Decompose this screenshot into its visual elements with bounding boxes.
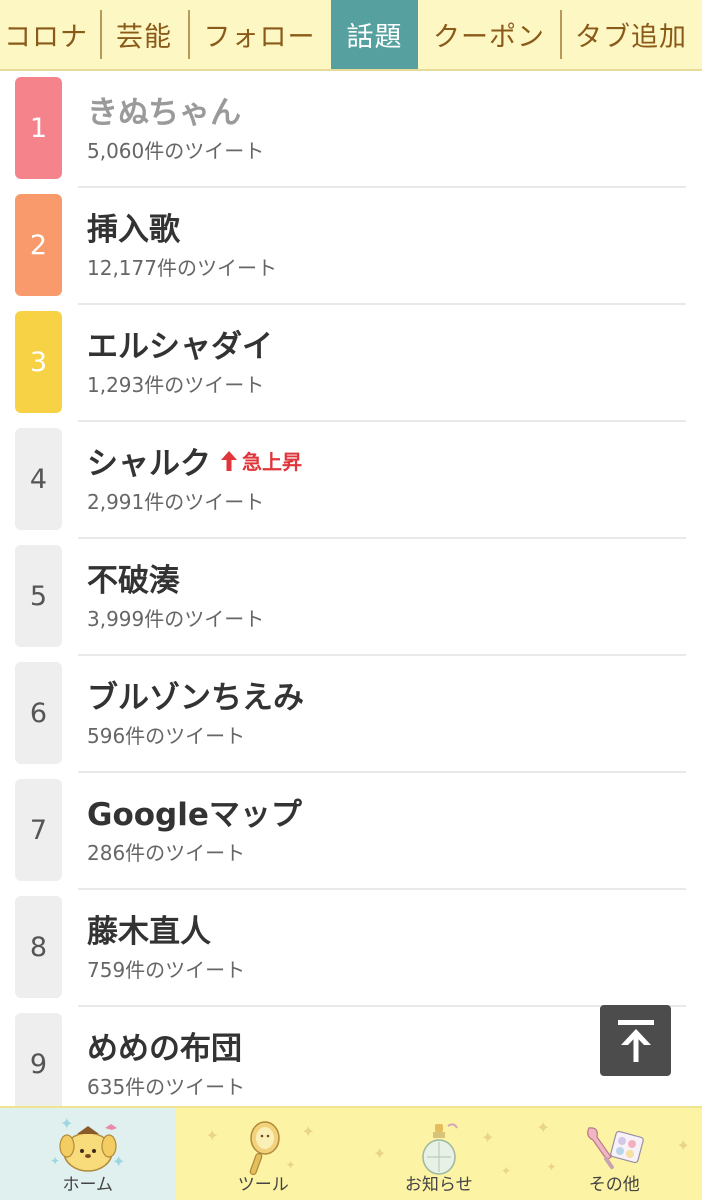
trend-title-text: エルシャダイ [87, 329, 273, 365]
trend-row-3[interactable]: 3 エルシャダイ 1,293件のツイート [0, 305, 702, 422]
trend-title[interactable]: Googleマップ [87, 789, 302, 834]
rank-badge: 3 [15, 311, 62, 413]
rank-badge: 8 [15, 896, 62, 998]
trend-row-8[interactable]: 8 藤木直人 759件のツイート [0, 890, 702, 1007]
tab-add-tab[interactable]: タブ追加 [560, 0, 702, 69]
tweet-count: 635件のツイート [87, 1075, 246, 1099]
hand-mirror-icon [249, 1121, 280, 1176]
tab-entertainment[interactable]: 芸能 [100, 0, 188, 69]
trend-title-text: ブルゾンちえみ [87, 680, 304, 716]
tweet-count: 12,177件のツイート [87, 256, 277, 280]
sparkle-icon: ✦ [285, 1158, 296, 1172]
trend-title-text: シャルク [87, 446, 211, 482]
trend-title[interactable]: 挿入歌 [87, 204, 180, 249]
trend-title-text: 不破湊 [87, 563, 180, 599]
rank-badge: 6 [15, 662, 62, 764]
makeup-brush-palette-icon [587, 1127, 645, 1170]
nav-home[interactable]: ✦ ✦ ✦ ホーム [0, 1108, 176, 1200]
tweet-count: 3,999件のツイート [87, 607, 265, 631]
nav-tools[interactable]: ✦ ✦ ✦ ツール [176, 1108, 352, 1200]
rank-badge: 7 [15, 779, 62, 881]
rank-badge: 4 [15, 428, 62, 530]
sparkle-icon: ✦ [301, 1122, 315, 1141]
trend-title-text: Googleマップ [87, 797, 302, 833]
tab-corona[interactable]: コロナ [0, 0, 100, 69]
rank-badge: 9 [15, 1013, 62, 1115]
trend-row-5[interactable]: 5 不破湊 3,999件のツイート [0, 539, 702, 656]
bottom-navigation: ✦ ✦ ✦ ホーム ✦ ✦ ✦ ツール ✦ ✦ ✦ お知らせ ✦ ✦ ✦ その他 [0, 1106, 702, 1200]
trend-title[interactable]: 藤木直人 [87, 906, 211, 951]
trend-row-6[interactable]: 6 ブルゾンちえみ 596件のツイート [0, 656, 702, 773]
trend-title[interactable]: めめの布団 [87, 1023, 242, 1068]
rank-badge: 1 [15, 77, 62, 179]
trend-title[interactable]: きぬちゃん [87, 87, 241, 132]
tab-coupon[interactable]: クーポン [418, 0, 560, 69]
sparkle-icon: ✦ [205, 1126, 219, 1145]
tweet-count: 5,060件のツイート [87, 139, 265, 163]
rank-badge: 2 [15, 194, 62, 296]
tweet-count: 2,991件のツイート [87, 490, 265, 514]
tab-label: タブ追加 [575, 22, 687, 53]
tweet-count: 596件のツイート [87, 724, 246, 748]
trend-title[interactable]: シャルク 急上昇 [87, 438, 302, 483]
perfume-bottle-icon [422, 1123, 458, 1175]
arrow-up-icon [221, 450, 237, 471]
trend-title[interactable]: 不破湊 [87, 555, 180, 600]
sparkle-icon: ✦ [536, 1118, 550, 1137]
trend-title-text: 藤木直人 [87, 914, 211, 950]
rising-badge-label: 急上昇 [242, 450, 302, 474]
nav-other[interactable]: ✦ ✦ ✦ その他 [527, 1108, 702, 1200]
tab-label: フォロー [203, 22, 316, 53]
tab-label: クーポン [433, 22, 545, 53]
tab-follow[interactable]: フォロー [188, 0, 331, 69]
tweet-count: 286件のツイート [87, 841, 246, 865]
tab-label: 話題 [346, 22, 403, 53]
tweet-count: 759件のツイート [87, 958, 246, 982]
trend-row-1[interactable]: 1 きぬちゃん 5,060件のツイート [0, 71, 702, 188]
tab-label: コロナ [4, 22, 88, 53]
trend-row-4[interactable]: 4 シャルク 急上昇 2,991件のツイート [0, 422, 702, 539]
rising-badge: 急上昇 [219, 446, 302, 475]
tweet-count: 1,293件のツイート [87, 373, 265, 397]
arrow-up-to-top-icon [617, 1019, 654, 1062]
sparkle-icon: ✦ [501, 1164, 512, 1178]
trend-title[interactable]: ブルゾンちえみ [87, 672, 304, 717]
pompompurin-icon [59, 1124, 117, 1172]
trend-title[interactable]: エルシャダイ [87, 321, 273, 366]
trend-title-text: めめの布団 [87, 1031, 242, 1067]
trend-title-text: 挿入歌 [87, 212, 180, 248]
category-tab-bar: コロナ 芸能 フォロー 話題 クーポン タブ追加 [0, 0, 702, 71]
nav-notifications[interactable]: ✦ ✦ ✦ お知らせ [351, 1108, 527, 1200]
trend-row-2[interactable]: 2 挿入歌 12,177件のツイート [0, 188, 702, 305]
sparkle-icon: ✦ [373, 1144, 387, 1163]
sparkle-icon: ✦ [481, 1128, 495, 1147]
tab-trending[interactable]: 話題 [331, 0, 418, 69]
scroll-to-top-button[interactable] [600, 1005, 671, 1076]
trend-ranking-list: 1 きぬちゃん 5,060件のツイート 2 挿入歌 12,177件のツイート 3… [0, 71, 702, 1124]
trend-row-7[interactable]: 7 Googleマップ 286件のツイート [0, 773, 702, 890]
sparkle-icon: ✦ [546, 1160, 557, 1174]
rank-badge: 5 [15, 545, 62, 647]
sparkle-icon: ✦ [676, 1136, 690, 1155]
tab-label: 芸能 [116, 22, 172, 53]
trend-title-text: きぬちゃん [87, 95, 242, 131]
